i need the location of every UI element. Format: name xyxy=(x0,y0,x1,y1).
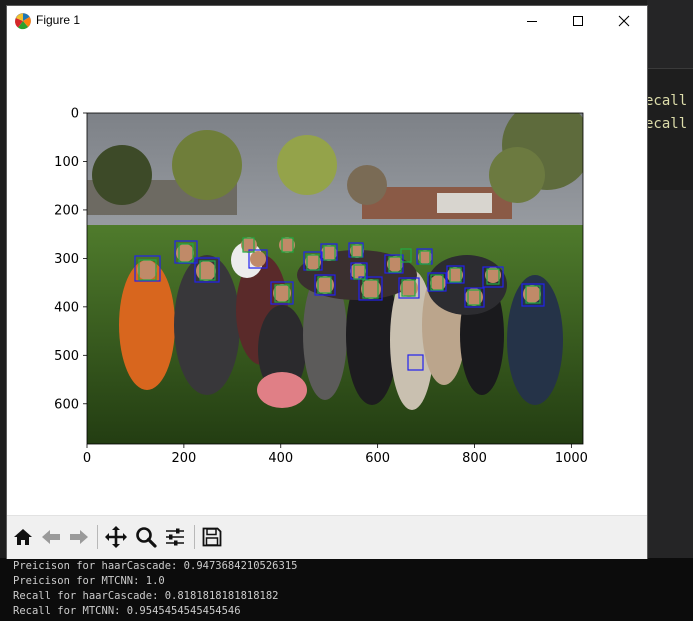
console-line: Preicison for haarCascade: 0.94736842105… xyxy=(13,560,298,572)
title-bar[interactable]: Figure 1 xyxy=(7,6,647,35)
x-tick-label: 0 xyxy=(83,451,91,466)
save-icon xyxy=(202,527,222,547)
forward-icon xyxy=(70,530,88,544)
minimize-button[interactable] xyxy=(509,6,555,35)
zoom-icon xyxy=(136,527,157,548)
save-button[interactable] xyxy=(199,524,225,550)
y-tick-label: 200 xyxy=(54,203,79,218)
console-line: Preicison for MTCNN: 1.0 xyxy=(13,575,165,587)
forward-button[interactable] xyxy=(66,524,92,550)
pan-icon xyxy=(105,526,127,548)
close-icon xyxy=(618,15,630,26)
close-button[interactable] xyxy=(601,6,647,35)
x-tick-label: 800 xyxy=(462,451,487,466)
y-tick-label: 300 xyxy=(54,252,79,267)
console-line: Recall for MTCNN: 0.9545454545454546 xyxy=(13,605,241,617)
y-axis: 0 100 200 300 400 500 600 xyxy=(54,107,87,412)
y-tick-label: 500 xyxy=(54,349,79,364)
window-title: Figure 1 xyxy=(36,13,81,27)
y-tick-label: 0 xyxy=(71,107,79,122)
background-code-editor: ecall ecall xyxy=(647,68,693,192)
matplotlib-app-icon xyxy=(15,13,31,30)
zoom-button[interactable] xyxy=(133,524,159,550)
minimize-icon xyxy=(527,20,537,22)
code-line: ecall xyxy=(647,93,688,109)
pan-button[interactable] xyxy=(103,524,129,550)
maximize-button[interactable] xyxy=(555,6,601,35)
y-tick-label: 400 xyxy=(54,300,79,315)
configure-subplots-icon xyxy=(166,528,184,546)
console-line: Recall for haarCascade: 0.81818181818181… xyxy=(13,590,279,602)
code-line: ecall xyxy=(647,116,688,132)
maximize-icon xyxy=(573,15,583,26)
back-icon xyxy=(42,530,60,544)
x-tick-label: 200 xyxy=(171,451,196,466)
toolbar-separator xyxy=(194,525,195,549)
figure-window: Figure 1 0 200 400 600 800 1000 0 100 20… xyxy=(7,6,647,559)
back-button[interactable] xyxy=(38,524,64,550)
configure-subplots-button[interactable] xyxy=(162,524,188,550)
home-icon xyxy=(14,529,32,545)
toolbar-separator xyxy=(97,525,98,549)
x-tick-label: 400 xyxy=(268,451,293,466)
terminal-output: Preicison for haarCascade: 0.94736842105… xyxy=(0,558,693,621)
x-tick-label: 1000 xyxy=(555,451,588,466)
figure-canvas[interactable]: 0 200 400 600 800 1000 0 100 200 300 400 500 600 xyxy=(7,35,647,515)
navigation-toolbar xyxy=(7,515,647,559)
background-editor-top xyxy=(647,0,693,68)
x-axis: 0 200 400 600 800 1000 xyxy=(83,444,588,466)
y-tick-label: 600 xyxy=(54,397,79,412)
background-editor-panel xyxy=(647,190,693,560)
home-button[interactable] xyxy=(10,524,36,550)
x-tick-label: 600 xyxy=(365,451,390,466)
plot-svg: 0 200 400 600 800 1000 0 100 200 300 400 500 600 xyxy=(54,107,588,467)
y-tick-label: 100 xyxy=(54,155,79,170)
group-photo xyxy=(87,113,583,444)
